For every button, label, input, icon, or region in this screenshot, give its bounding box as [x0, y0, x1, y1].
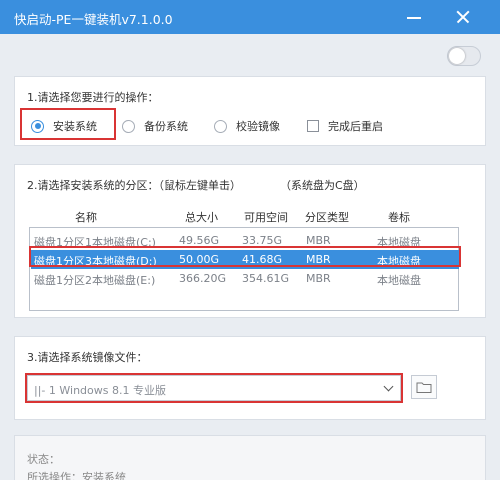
mode-toggle[interactable] [447, 46, 481, 66]
cell-type: MBR [306, 272, 331, 285]
partition-panel-title: 2.请选择安装系统的分区：（鼠标左键单击） [27, 179, 241, 192]
system-disk-note: （系统盘为C盘） [280, 179, 365, 192]
cell-label: 本地磁盘 [377, 236, 421, 249]
minimize-icon[interactable] [401, 4, 427, 30]
radio-install-indicator[interactable] [31, 119, 44, 133]
folder-icon [416, 382, 432, 393]
column-header-total: 总大小 [185, 211, 218, 224]
reboot-checkbox-box[interactable] [307, 120, 319, 132]
table-row[interactable]: 磁盘1分区1本地磁盘(C:) 49.56G 33.75G MBR 本地磁盘 [31, 231, 459, 250]
radio-verify-indicator[interactable] [214, 119, 227, 133]
cell-type: MBR [306, 253, 331, 266]
radio-install-system[interactable]: 安装系统 [31, 117, 97, 135]
partition-table: 磁盘1分区1本地磁盘(C:) 49.56G 33.75G MBR 本地磁盘 磁盘… [29, 227, 459, 311]
cell-name: 磁盘1分区2本地磁盘(E:) [34, 274, 156, 287]
cell-label: 本地磁盘 [377, 255, 421, 268]
table-row-selected[interactable]: 磁盘1分区3本地磁盘(D:) 50.00G 41.68G MBR 本地磁盘 [31, 250, 459, 269]
column-header-type: 分区类型 [305, 211, 349, 224]
radio-backup-indicator[interactable] [122, 119, 135, 133]
radio-backup-system[interactable]: 备份系统 [122, 117, 188, 135]
operation-panel: 1.请选择您要进行的操作： 安装系统 备份系统 校验镜像 完成后重启 [14, 76, 486, 146]
image-panel: 3.请选择系统镜像文件： ||- 1 Windows 8.1 专业版 [14, 336, 486, 420]
operation-panel-title: 1.请选择您要进行的操作： [27, 91, 159, 104]
radio-install-label: 安装系统 [53, 120, 97, 133]
cell-total: 50.00G [179, 253, 220, 266]
cell-type: MBR [306, 234, 331, 247]
partition-panel: 2.请选择安装系统的分区：（鼠标左键单击） （系统盘为C盘） 名称 总大小 可用… [14, 164, 486, 318]
title-bar: 快启动-PE一键装机v7.1.0.0 [0, 0, 500, 34]
close-icon[interactable] [450, 4, 476, 30]
image-panel-title: 3.请选择系统镜像文件： [27, 351, 148, 364]
radio-backup-label: 备份系统 [144, 120, 188, 133]
status-label: 状态： [27, 453, 60, 466]
image-select[interactable]: ||- 1 Windows 8.1 专业版 [27, 375, 401, 401]
radio-verify-label: 校验镜像 [236, 120, 280, 133]
chevron-down-icon[interactable] [383, 381, 394, 392]
column-header-name: 名称 [75, 211, 97, 224]
cell-free: 354.61G [242, 272, 290, 285]
cell-free: 33.75G [242, 234, 283, 247]
window-title: 快启动-PE一键装机v7.1.0.0 [14, 12, 173, 27]
status-operation: 所选操作：安装系统 [27, 471, 126, 480]
reboot-checkbox-label: 完成后重启 [328, 120, 383, 133]
cell-name: 磁盘1分区3本地磁盘(D:) [34, 255, 157, 268]
reboot-checkbox[interactable]: 完成后重启 [307, 117, 383, 135]
browse-folder-button[interactable] [411, 375, 437, 399]
radio-verify-image[interactable]: 校验镜像 [214, 117, 280, 135]
cell-total: 49.56G [179, 234, 220, 247]
column-header-label: 卷标 [388, 211, 410, 224]
cell-name: 磁盘1分区1本地磁盘(C:) [34, 236, 156, 249]
cell-label: 本地磁盘 [377, 274, 421, 287]
toggle-knob [449, 48, 465, 64]
cell-total: 366.20G [179, 272, 227, 285]
cell-free: 41.68G [242, 253, 283, 266]
table-row[interactable]: 磁盘1分区2本地磁盘(E:) 366.20G 354.61G MBR 本地磁盘 [31, 269, 459, 288]
status-panel: 状态： 所选操作：安装系统 [14, 435, 486, 480]
image-select-value: ||- 1 Windows 8.1 专业版 [34, 384, 166, 397]
column-header-free: 可用空间 [244, 211, 288, 224]
